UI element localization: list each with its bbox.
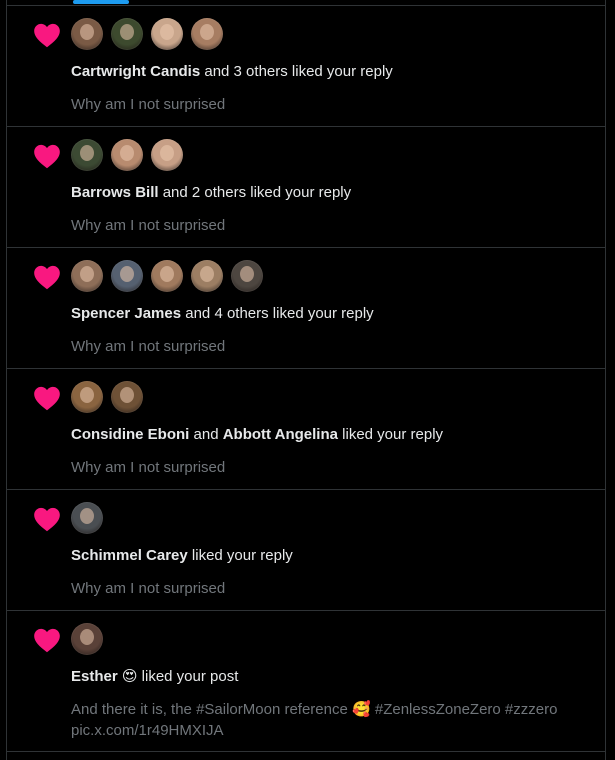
heart-icon	[34, 23, 60, 48]
avatar[interactable]	[71, 623, 103, 655]
avatar-group	[71, 18, 223, 50]
active-tab-indicator	[73, 0, 129, 4]
heart-icon	[34, 144, 60, 169]
notification-item[interactable]: Considine Eboni and Abbott Angelina like…	[7, 369, 605, 490]
reply-preview[interactable]: Why am I not surprised	[71, 94, 591, 115]
post-hashtags[interactable]: #ZenlessZoneZero #zzzero	[371, 701, 558, 718]
post-text: And there it is, the #SailorMoon referen…	[71, 701, 352, 718]
notification-item[interactable]: Spencer James and 4 others liked your re…	[7, 248, 605, 369]
heart-icon	[34, 386, 60, 411]
post-preview[interactable]: And there it is, the #SailorMoon referen…	[71, 699, 591, 741]
user-name-link[interactable]: Barrows Bill	[71, 184, 159, 201]
notification-text: Barrows Bill and 2 others liked your rep…	[71, 183, 351, 203]
notification-text: Considine Eboni and Abbott Angelina like…	[71, 425, 443, 445]
avatar[interactable]	[111, 18, 143, 50]
avatar[interactable]	[71, 260, 103, 292]
notification-text: Esther 😍 liked your post	[71, 667, 238, 687]
action-text: liked your reply	[187, 547, 293, 564]
notification-item[interactable]: Esther 😍 liked your post And there it is…	[7, 611, 605, 752]
heart-icon	[34, 507, 60, 532]
reply-preview[interactable]: Why am I not surprised	[71, 336, 591, 357]
heart-icon	[34, 265, 60, 290]
action-text: and 3 others liked your reply	[200, 63, 393, 80]
avatar[interactable]	[71, 139, 103, 171]
reply-preview[interactable]: Why am I not surprised	[71, 578, 591, 599]
post-media-link[interactable]: pic.x.com/1r49HMXIJA	[71, 722, 224, 739]
notifications-feed: Cartwright Candis and 3 others liked you…	[6, 0, 606, 760]
user-name-link[interactable]: Cartwright Candis	[71, 63, 200, 80]
action-text: liked your reply	[337, 426, 444, 443]
avatar[interactable]	[151, 139, 183, 171]
notification-text: Cartwright Candis and 3 others liked you…	[71, 62, 393, 82]
reply-preview[interactable]: Why am I not surprised	[71, 215, 591, 236]
action-text: and 4 others liked your reply	[181, 305, 374, 322]
user-name-link[interactable]: Esther	[71, 668, 118, 685]
notification-text: Spencer James and 4 others liked your re…	[71, 304, 374, 324]
notification-text: Schimmel Carey liked your reply	[71, 546, 293, 566]
avatar[interactable]	[71, 502, 103, 534]
user-name-link[interactable]: Considine Eboni	[71, 426, 189, 443]
heart-eyes-emoji: 😍	[121, 668, 138, 685]
notification-item[interactable]: Barrows Bill and 2 others liked your rep…	[7, 127, 605, 248]
notification-item[interactable]: Schimmel Carey liked your reply Why am I…	[7, 490, 605, 611]
action-text: liked your post	[137, 668, 239, 685]
avatar-group	[71, 381, 143, 413]
heart-icon	[34, 628, 60, 653]
smiling-hearts-emoji: 🥰	[352, 701, 371, 718]
avatar[interactable]	[231, 260, 263, 292]
notification-item[interactable]: Cartwright Candis and 3 others liked you…	[7, 6, 605, 127]
avatar[interactable]	[191, 18, 223, 50]
avatar[interactable]	[111, 260, 143, 292]
avatar[interactable]	[191, 260, 223, 292]
avatar[interactable]	[71, 18, 103, 50]
avatar-group	[71, 502, 103, 534]
avatar-group	[71, 623, 103, 655]
avatar-group	[71, 260, 263, 292]
avatar-group	[71, 139, 183, 171]
user-name-link[interactable]: Spencer James	[71, 305, 181, 322]
action-text: and 2 others liked your reply	[158, 184, 352, 201]
avatar[interactable]	[111, 381, 143, 413]
avatar[interactable]	[71, 381, 103, 413]
user-name-link[interactable]: Schimmel Carey	[71, 547, 188, 564]
conjunction-text: and	[189, 426, 223, 443]
reply-preview[interactable]: Why am I not surprised	[71, 457, 591, 478]
avatar[interactable]	[111, 139, 143, 171]
avatar[interactable]	[151, 260, 183, 292]
user-name-link[interactable]: Abbott Angelina	[223, 426, 338, 443]
avatar[interactable]	[151, 18, 183, 50]
